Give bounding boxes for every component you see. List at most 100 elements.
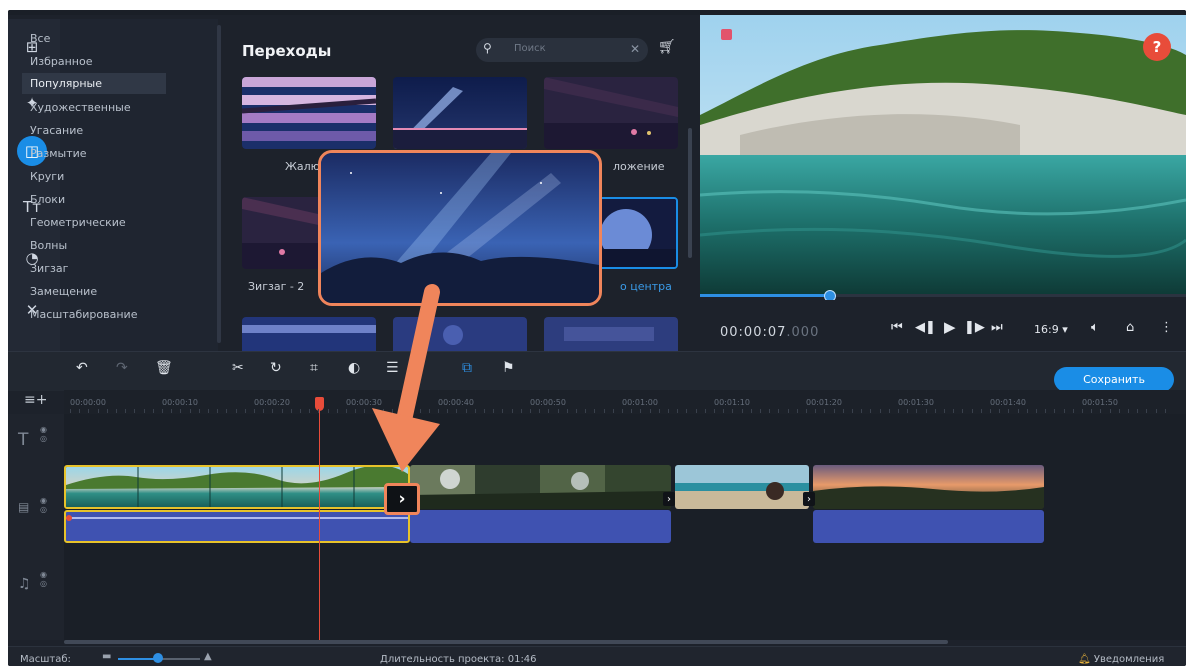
skip-end-icon[interactable]: ⏭ xyxy=(991,320,1003,335)
category-item[interactable]: Круги xyxy=(30,170,64,183)
ruler-minor-tick xyxy=(1118,409,1120,413)
category-item[interactable]: Геометрические xyxy=(30,216,126,229)
category-item-selected[interactable]: Популярные xyxy=(22,73,166,94)
zoom-in-icon[interactable]: ▲ xyxy=(204,651,212,662)
transition-slot[interactable]: › xyxy=(803,492,815,506)
help-button[interactable]: ? xyxy=(1143,33,1171,61)
category-item[interactable]: Избранное xyxy=(30,55,92,68)
category-item[interactable]: Размытие xyxy=(30,147,87,160)
playhead[interactable] xyxy=(319,402,320,642)
ruler-minor-tick xyxy=(824,409,826,413)
ruler-minor-tick xyxy=(1155,409,1157,413)
category-item[interactable]: Волны xyxy=(30,239,67,252)
clear-icon[interactable]: ✕ xyxy=(630,42,640,56)
play-icon[interactable]: ▶︎ xyxy=(944,318,956,336)
step-back-icon[interactable]: ◀︎❚ xyxy=(915,320,936,335)
search-input[interactable]: ⚲ Поиск ✕ xyxy=(476,38,648,62)
video-clip[interactable] xyxy=(410,465,671,509)
zoom-out-icon[interactable]: ▬ xyxy=(102,651,111,662)
ruler-minor-tick xyxy=(686,409,688,413)
step-forward-icon[interactable]: ❚▶︎ xyxy=(964,320,985,335)
ruler-minor-tick xyxy=(171,409,173,413)
undo-icon[interactable]: ↶ xyxy=(76,360,88,376)
transition-thumb[interactable] xyxy=(242,317,376,351)
skip-start-icon[interactable]: ⏮ xyxy=(891,320,903,335)
ruler-minor-tick xyxy=(493,409,495,413)
audio-clip-selected[interactable] xyxy=(64,510,410,543)
transitions-scrollbar[interactable] xyxy=(688,128,692,258)
category-item[interactable]: Зигзаг xyxy=(30,262,68,275)
transition-thumb[interactable] xyxy=(242,77,376,149)
rotate-icon[interactable]: ↻ xyxy=(270,360,282,376)
ruler-minor-tick xyxy=(815,409,817,413)
overlay-icon[interactable]: ⧉ xyxy=(462,360,472,376)
ruler-minor-tick xyxy=(1109,409,1111,413)
color-adjust-icon[interactable]: ◐ xyxy=(348,360,360,376)
title-lane[interactable] xyxy=(64,414,1186,466)
search-placeholder: Поиск xyxy=(514,43,546,54)
save-button[interactable]: Сохранить xyxy=(1054,367,1174,392)
delete-icon[interactable]: 🗑︎ xyxy=(155,360,173,376)
ruler-minor-tick xyxy=(888,409,890,413)
transition-slot[interactable]: › xyxy=(663,492,675,506)
audio-clip[interactable] xyxy=(813,510,1044,543)
store-cart-icon[interactable]: 🛒︎ xyxy=(658,39,676,55)
aspect-ratio-select[interactable]: 16:9 ▾ xyxy=(1034,323,1068,336)
category-item[interactable]: Угасание xyxy=(30,124,83,137)
crop-icon[interactable]: ⌗ xyxy=(310,360,318,376)
ruler-minor-tick xyxy=(125,409,127,413)
ruler-minor-tick xyxy=(152,409,154,413)
transition-thumb[interactable] xyxy=(393,317,527,351)
snapshot-icon[interactable]: ⌂ xyxy=(1126,320,1134,335)
transition-thumb[interactable] xyxy=(544,317,678,351)
audio-track-head xyxy=(8,554,64,640)
audio-lane[interactable] xyxy=(64,554,1186,640)
ruler-tick-label: 00:01:10 xyxy=(714,398,750,407)
ruler-minor-tick xyxy=(290,409,292,413)
ruler-minor-tick xyxy=(760,409,761,413)
category-item[interactable]: Масштабирование xyxy=(30,308,137,321)
video-clip[interactable] xyxy=(813,465,1044,509)
category-item[interactable]: Замещение xyxy=(30,285,97,298)
transition-thumb[interactable] xyxy=(544,77,678,149)
ruler-minor-tick xyxy=(852,409,853,413)
video-clip[interactable] xyxy=(675,465,809,509)
category-item[interactable]: Художественные xyxy=(30,101,131,114)
title-track-icon: T xyxy=(18,430,29,450)
ruler-tick-label: 00:00:30 xyxy=(346,398,382,407)
ruler-minor-tick xyxy=(364,409,366,413)
track-visibility-icon[interactable]: ◉ ◎ xyxy=(40,570,47,588)
more-icon[interactable]: ⋮ xyxy=(1160,320,1173,335)
notifications-button[interactable]: 🔔︎ Уведомления xyxy=(1078,654,1164,665)
title-track-head xyxy=(8,414,64,466)
add-track-icon[interactable]: ≡+ xyxy=(24,392,47,408)
category-scrollbar[interactable] xyxy=(217,25,221,343)
redo-icon[interactable]: ↷ xyxy=(116,360,128,376)
ruler-minor-tick xyxy=(576,409,577,413)
transition-thumb[interactable] xyxy=(393,77,527,149)
transition-slot-highlighted[interactable]: › xyxy=(384,483,420,515)
clip-properties-icon[interactable]: ☰ xyxy=(386,360,399,376)
transition-label: Зигзаг - 2 xyxy=(248,280,305,293)
ruler-minor-tick xyxy=(750,409,752,413)
aspect-ratio-value: 16:9 xyxy=(1034,323,1059,336)
video-preview[interactable] xyxy=(700,15,1186,295)
ruler-minor-tick xyxy=(732,409,734,413)
volume-icon[interactable]: 🔈︎ xyxy=(1091,320,1099,335)
timeline-scrollbar[interactable] xyxy=(64,640,948,644)
cut-icon[interactable]: ✂ xyxy=(232,360,244,376)
ruler-minor-tick xyxy=(309,409,311,413)
category-item[interactable]: Все xyxy=(30,32,50,45)
marker-icon[interactable]: ⚑ xyxy=(502,360,515,376)
playhead-handle[interactable] xyxy=(315,397,324,411)
track-visibility-icon[interactable]: ◉ ◎ xyxy=(40,496,47,514)
zoom-slider-knob[interactable] xyxy=(153,653,163,663)
video-clip-selected[interactable] xyxy=(64,465,410,509)
track-visibility-icon[interactable]: ◉ ◎ xyxy=(40,425,47,443)
ruler-minor-tick xyxy=(520,409,522,413)
category-item[interactable]: Блоки xyxy=(30,193,65,206)
ruler-minor-tick xyxy=(272,409,274,413)
ruler-minor-tick xyxy=(806,409,807,413)
ruler-minor-tick xyxy=(281,409,283,413)
audio-clip[interactable] xyxy=(410,510,671,543)
